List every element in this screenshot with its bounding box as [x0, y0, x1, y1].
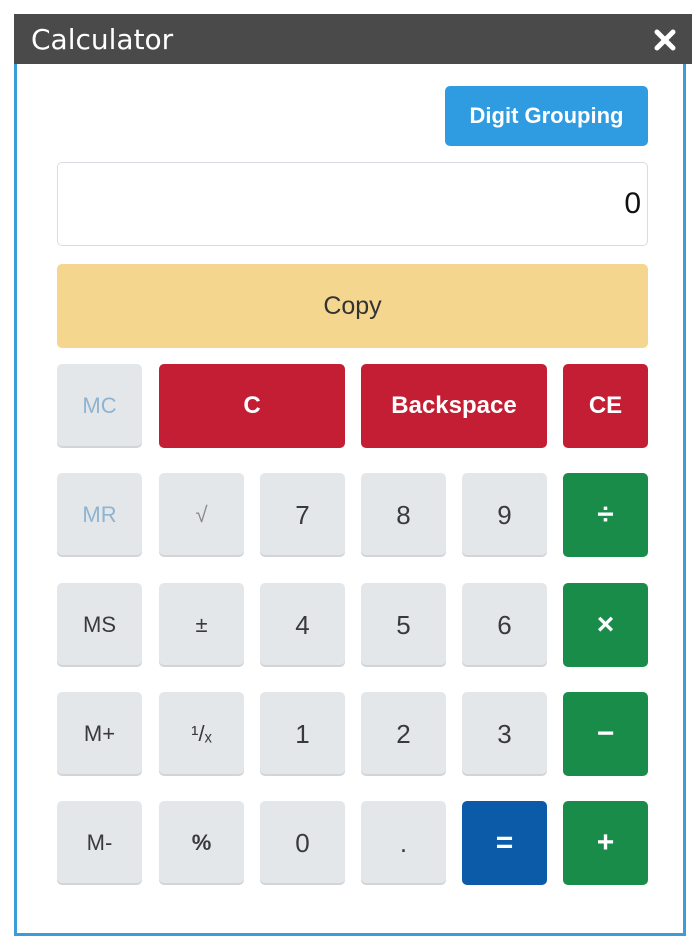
title-bar: Calculator: [14, 14, 692, 64]
divide-button[interactable]: ÷: [563, 473, 648, 557]
digit-5-button[interactable]: 5: [361, 583, 446, 667]
reciprocal-button[interactable]: ¹/ₓ: [159, 692, 244, 776]
digit-4-button[interactable]: 4: [260, 583, 345, 667]
digit-6-button[interactable]: 6: [462, 583, 547, 667]
window-title: Calculator: [31, 23, 174, 56]
backspace-button[interactable]: Backspace: [361, 364, 547, 448]
memory-subtract-button[interactable]: M-: [57, 801, 142, 885]
add-button[interactable]: +: [563, 801, 648, 885]
equals-button[interactable]: =: [462, 801, 547, 885]
digit-grouping-button[interactable]: Digit Grouping: [445, 86, 648, 146]
memory-add-button[interactable]: M+: [57, 692, 142, 776]
memory-recall-button[interactable]: MR: [57, 473, 142, 557]
digit-9-button[interactable]: 9: [462, 473, 547, 557]
percent-button[interactable]: %: [159, 801, 244, 885]
close-icon: [654, 29, 676, 51]
subtract-button[interactable]: −: [563, 692, 648, 776]
digit-3-button[interactable]: 3: [462, 692, 547, 776]
clear-entry-button[interactable]: CE: [563, 364, 648, 448]
digit-8-button[interactable]: 8: [361, 473, 446, 557]
digit-1-button[interactable]: 1: [260, 692, 345, 776]
plus-minus-button[interactable]: ±: [159, 583, 244, 667]
result-display: 0: [57, 162, 648, 246]
decimal-point-button[interactable]: .: [361, 801, 446, 885]
multiply-button[interactable]: ×: [563, 583, 648, 667]
calculator-window: Calculator Digit Grouping 0 Copy MC C Ba…: [14, 14, 692, 936]
clear-button[interactable]: C: [159, 364, 345, 448]
digit-7-button[interactable]: 7: [260, 473, 345, 557]
digit-2-button[interactable]: 2: [361, 692, 446, 776]
digit-0-button[interactable]: 0: [260, 801, 345, 885]
square-root-button[interactable]: √: [159, 473, 244, 557]
copy-button[interactable]: Copy: [57, 264, 648, 348]
memory-store-button[interactable]: MS: [57, 583, 142, 667]
close-button[interactable]: [650, 22, 680, 54]
memory-clear-button[interactable]: MC: [57, 364, 142, 448]
